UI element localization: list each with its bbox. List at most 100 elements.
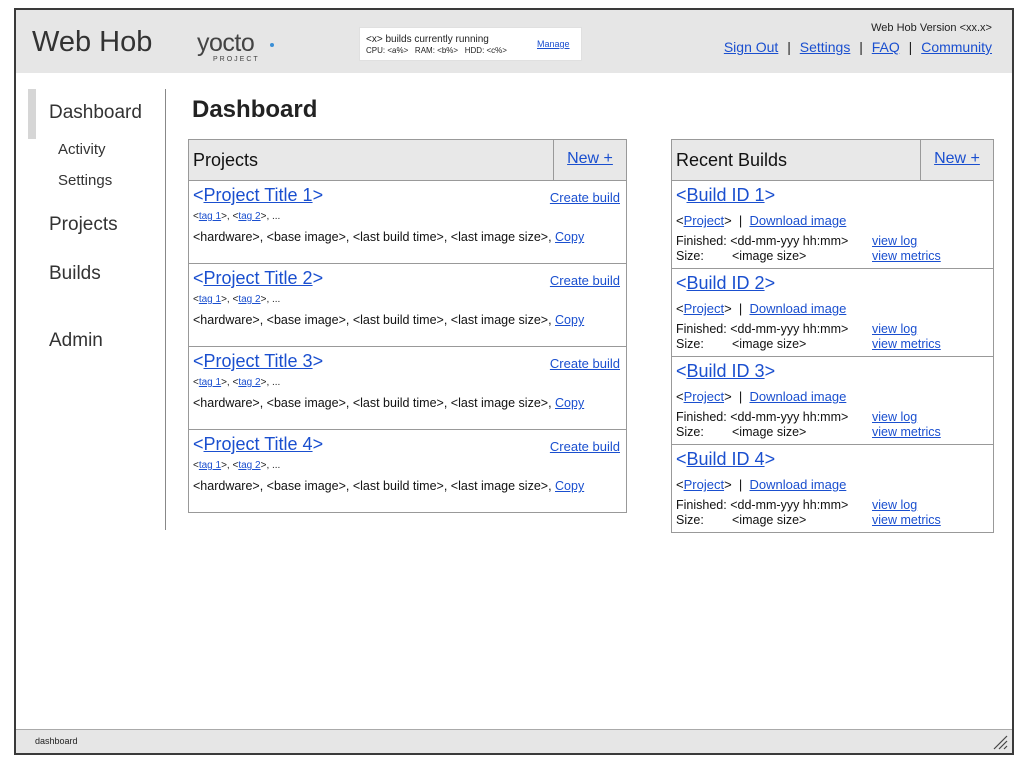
view-log-link[interactable]: view log (872, 322, 917, 336)
sidebar-item-settings[interactable]: Settings (58, 172, 112, 189)
view-metrics-link[interactable]: view metrics (872, 249, 941, 263)
build-project-row: <Project> | Download image (676, 389, 847, 404)
sign-out-link[interactable]: Sign Out (724, 39, 778, 55)
tag-link[interactable]: tag 1 (199, 377, 221, 388)
builds-panel-header: Recent Builds New + (672, 140, 993, 181)
build-id-link[interactable]: Build ID 3 (687, 361, 765, 381)
tags-more: , ... (266, 460, 281, 471)
tag-link[interactable]: tag 2 (238, 377, 260, 388)
tag-link[interactable]: tag 2 (238, 211, 260, 222)
build-finished: Finished: <dd-mm-yyy hh:mm> (676, 498, 848, 512)
header-bar: Web Hob yocto PROJECT <x> builds current… (16, 10, 1012, 73)
ram-usage: RAM: <b%> (414, 46, 459, 55)
build-project-link[interactable]: Project (684, 477, 724, 492)
project-info: <hardware>, <base image>, <last build ti… (193, 396, 584, 410)
download-image-link[interactable]: Download image (749, 301, 846, 316)
build-project-link[interactable]: Project (684, 301, 724, 316)
size-label: Size: (676, 425, 704, 439)
finished-label: Finished: (676, 322, 727, 336)
build-finished: Finished: <dd-mm-yyy hh:mm> (676, 410, 848, 424)
sidebar-item-builds[interactable]: Builds (49, 263, 101, 285)
copy-project-link[interactable]: Copy (555, 396, 584, 410)
project-title-link[interactable]: Project Title 4 (204, 434, 313, 454)
logo-dot-icon (270, 43, 274, 47)
view-log-link[interactable]: view log (872, 498, 917, 512)
logo-word: yocto (197, 29, 255, 57)
view-metrics-link[interactable]: view metrics (872, 513, 941, 527)
view-log-link[interactable]: view log (872, 410, 917, 424)
tag-link[interactable]: tag 1 (199, 211, 221, 222)
recent-builds-heading: Recent Builds (676, 150, 788, 170)
build-title: <Build ID 1> (676, 185, 776, 205)
tag-link[interactable]: tag 2 (238, 294, 260, 305)
project-item: <Project Title 2> Create build <tag 1>, … (189, 264, 626, 347)
build-project-link[interactable]: Project (684, 389, 724, 404)
settings-link[interactable]: Settings (800, 39, 851, 55)
builds-running-text: <x> builds currently running (366, 34, 489, 45)
tag-link[interactable]: tag 1 (199, 460, 221, 471)
build-id-link[interactable]: Build ID 4 (687, 449, 765, 469)
copy-project-link[interactable]: Copy (555, 230, 584, 244)
project-info: <hardware>, <base image>, <last build ti… (193, 230, 584, 244)
view-log-link[interactable]: view log (872, 234, 917, 248)
new-project-button[interactable]: New + (553, 140, 626, 180)
create-build-link[interactable]: Create build (550, 439, 620, 454)
project-item: <Project Title 4> Create build <tag 1>, … (189, 430, 626, 513)
download-image-link[interactable]: Download image (749, 389, 846, 404)
project-tags: <tag 1>, <tag 2>, ... (193, 294, 281, 305)
build-size: Size: <image size> (676, 249, 806, 263)
size-label: Size: (676, 249, 704, 263)
sidebar-item-admin[interactable]: Admin (49, 330, 103, 352)
resize-grip-icon[interactable] (990, 734, 1008, 750)
tag-link[interactable]: tag 2 (238, 460, 260, 471)
active-nav-marker (28, 89, 36, 139)
build-size: Size: <image size> (676, 513, 806, 527)
build-size: Size: <image size> (676, 337, 806, 351)
project-title-link[interactable]: Project Title 3 (204, 351, 313, 371)
project-title: <Project Title 4> (193, 434, 324, 454)
build-project-row: <Project> | Download image (676, 477, 847, 492)
build-finished: Finished: <dd-mm-yyy hh:mm> (676, 234, 848, 248)
finished-value: <dd-mm-yyy hh:mm> (730, 322, 849, 336)
create-build-link[interactable]: Create build (550, 190, 620, 205)
build-item: <Build ID 2> <Project> | Download image … (672, 269, 993, 357)
create-build-link[interactable]: Create build (550, 273, 620, 288)
view-metrics-link[interactable]: view metrics (872, 425, 941, 439)
tags-more: , ... (266, 211, 281, 222)
sidebar-item-projects[interactable]: Projects (49, 214, 118, 236)
finished-label: Finished: (676, 234, 727, 248)
logo-subtitle: PROJECT (213, 56, 260, 63)
recent-builds-panel: Recent Builds New + <Build ID 1> <Projec… (671, 139, 994, 533)
status-bar-text: dashboard (35, 736, 78, 746)
cpu-usage: CPU: <a%> (366, 46, 409, 55)
manage-builds-link[interactable]: Manage (537, 39, 570, 49)
build-item: <Build ID 3> <Project> | Download image … (672, 357, 993, 445)
size-value: <image size> (732, 425, 807, 439)
sidebar-item-dashboard[interactable]: Dashboard (49, 102, 142, 124)
view-metrics-link[interactable]: view metrics (872, 337, 941, 351)
build-item: <Build ID 4> <Project> | Download image … (672, 445, 993, 533)
finished-label: Finished: (676, 498, 727, 512)
project-details: <hardware>, <base image>, <last build ti… (193, 313, 556, 327)
build-id-link[interactable]: Build ID 1 (687, 185, 765, 205)
build-title: <Build ID 3> (676, 361, 776, 381)
projects-panel: Projects New + <Project Title 1> Create … (188, 139, 627, 513)
sidebar-item-activity[interactable]: Activity (58, 141, 106, 158)
faq-link[interactable]: FAQ (872, 39, 900, 55)
tag-link[interactable]: tag 1 (199, 294, 221, 305)
tags-more: , ... (266, 377, 281, 388)
download-image-link[interactable]: Download image (749, 213, 846, 228)
project-title-link[interactable]: Project Title 2 (204, 268, 313, 288)
project-title-link[interactable]: Project Title 1 (204, 185, 313, 205)
size-value: <image size> (732, 249, 807, 263)
community-link[interactable]: Community (921, 39, 992, 55)
copy-project-link[interactable]: Copy (555, 479, 584, 493)
build-id-link[interactable]: Build ID 2 (687, 273, 765, 293)
download-image-link[interactable]: Download image (749, 477, 846, 492)
create-build-link[interactable]: Create build (550, 356, 620, 371)
new-build-button[interactable]: New + (920, 140, 993, 180)
build-project-link[interactable]: Project (684, 213, 724, 228)
finished-label: Finished: (676, 410, 727, 424)
link-separator: | (908, 39, 913, 55)
copy-project-link[interactable]: Copy (555, 313, 584, 327)
